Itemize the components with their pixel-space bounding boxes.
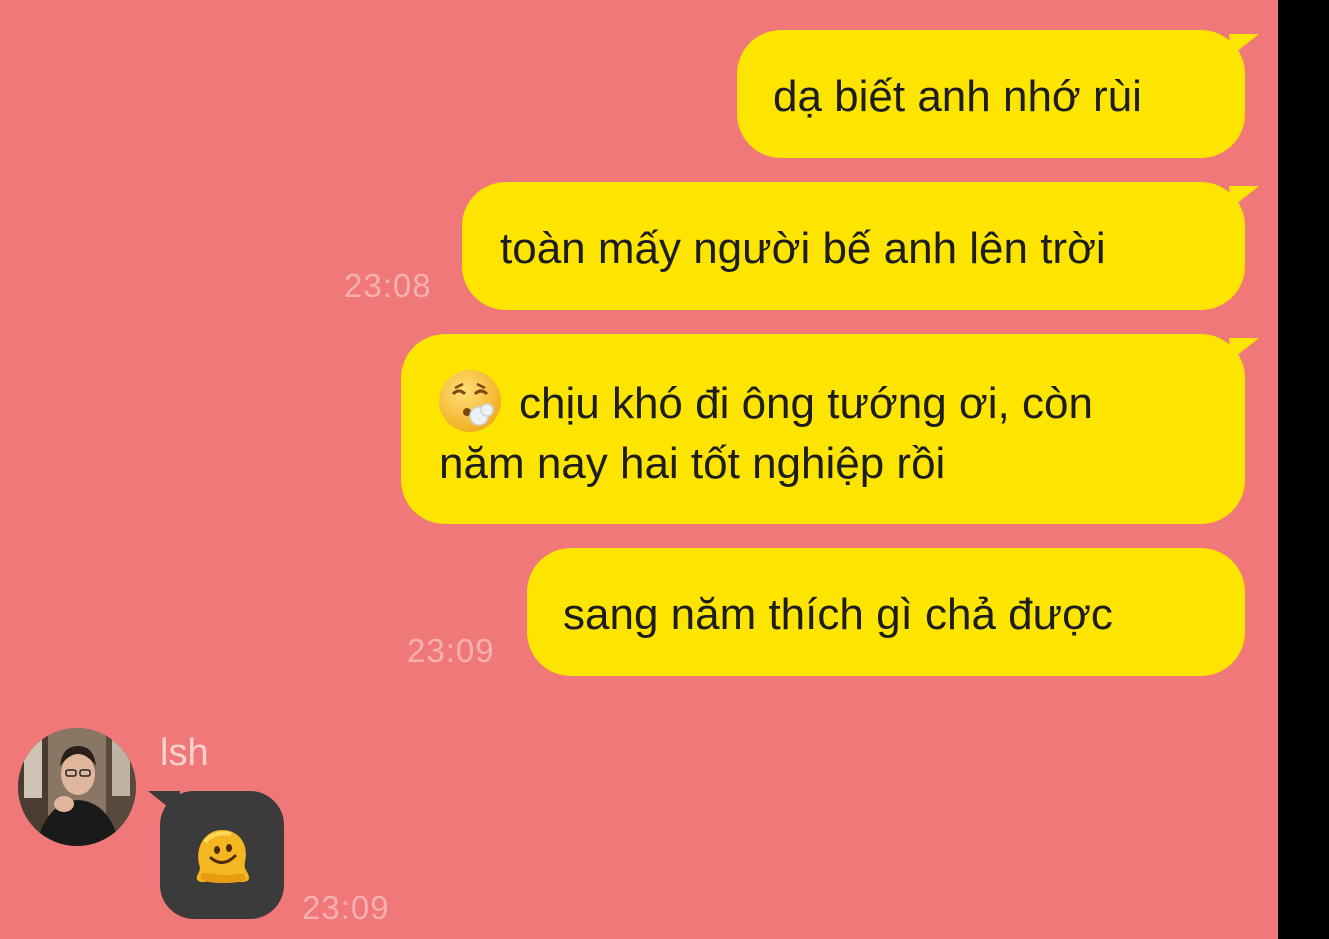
bubble-tail-icon [1229,338,1259,360]
sender-name: lsh [160,732,209,774]
outgoing-message[interactable]: chịu khó đi ông tướng ơi, còn năm nay ha… [401,334,1259,524]
screen-edge [1278,0,1329,939]
message-timestamp: 23:09 [407,632,495,669]
bubble-tail-icon [1229,186,1259,208]
message-text: chịu khó đi ông tướng ơi, còn [519,379,1093,428]
message-text: sang năm thích gì chả được [563,590,1113,639]
outgoing-message[interactable]: sang năm thích gì chả được [527,548,1245,676]
outgoing-message[interactable]: dạ biết anh nhớ rùi [737,30,1259,158]
bubble-tail-icon [148,791,180,815]
melting-face-icon [196,830,249,883]
message-text: toàn mấy người bế anh lên trời [500,224,1106,273]
outgoing-message[interactable]: toàn mấy người bế anh lên trời [462,182,1259,310]
incoming-message[interactable] [148,791,284,919]
message-timestamp: 23:09 [302,889,390,926]
message-line-2: năm nay hai tốt nghiệp rồi [439,439,946,488]
face-exhaling-icon [439,370,501,432]
bubble-tail-icon [1229,34,1259,56]
message-line-1: chịu khó đi ông tướng ơi, còn [439,370,1245,433]
message-text: dạ biết anh nhớ rùi [773,72,1142,121]
avatar[interactable] [18,728,136,846]
message-timestamp: 23:08 [344,267,432,304]
